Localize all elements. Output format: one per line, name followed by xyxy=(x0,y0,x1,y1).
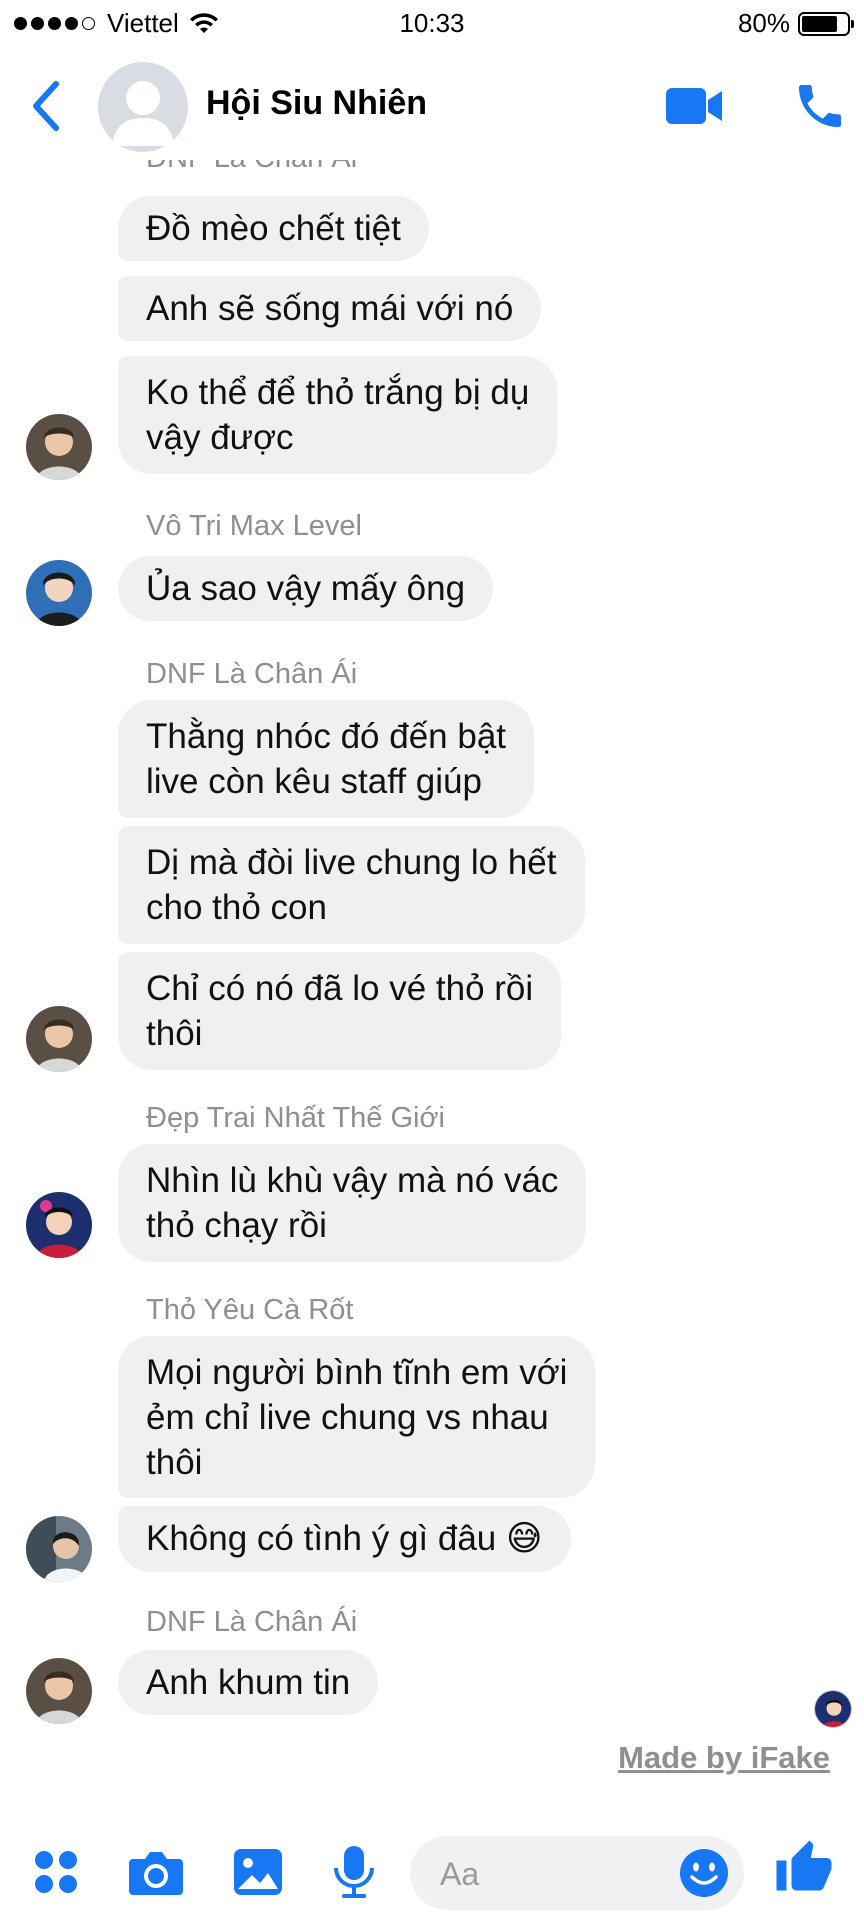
message-bubble[interactable]: Mọi người bình tĩnh em với ẻm chỉ live c… xyxy=(118,1336,596,1498)
message-bubble[interactable]: Ủa sao vậy mấy ông xyxy=(118,556,494,621)
apps-icon xyxy=(35,1851,77,1893)
message-list[interactable]: DNF Là Chân Ái Đồ mèo chết tiệt Anh sẽ s… xyxy=(0,160,864,1750)
avatar[interactable] xyxy=(26,560,92,626)
chat-header: Hội Siu Nhiên xyxy=(0,46,864,164)
avatar[interactable] xyxy=(26,1658,92,1724)
status-bar: Viettel 10:33 80% xyxy=(0,0,864,46)
read-receipt-avatar xyxy=(814,1690,852,1728)
sender-name: DNF Là Chân Ái xyxy=(146,658,358,690)
message-bubble[interactable]: Dị mà đòi live chung lo hết cho thỏ con xyxy=(118,826,585,944)
phone-icon xyxy=(799,85,841,127)
message-input[interactable] xyxy=(438,1836,662,1912)
avatar[interactable] xyxy=(26,414,92,480)
message-input-container xyxy=(410,1836,744,1912)
user-photo xyxy=(26,560,92,626)
user-photo xyxy=(26,1516,92,1582)
message-bubble[interactable]: Anh khum tin xyxy=(118,1650,379,1715)
message-bubble[interactable]: Ko thể để thỏ trắng bị dụ vậy được xyxy=(118,356,558,474)
thumbs-up-icon xyxy=(776,1840,832,1891)
user-photo xyxy=(815,1691,851,1727)
like-button[interactable] xyxy=(774,1838,834,1898)
video-call-button[interactable] xyxy=(664,84,726,128)
sender-name: Thỏ Yêu Cà Rốt xyxy=(146,1294,354,1326)
message-bubble[interactable]: Thằng nhóc đó đến bật live còn kêu staff… xyxy=(118,700,535,818)
image-icon xyxy=(234,1849,282,1895)
camera-button[interactable] xyxy=(126,1842,186,1902)
user-photo xyxy=(26,1658,92,1724)
message-bubble[interactable]: Anh sẽ sống mái với nó xyxy=(118,276,542,341)
sender-name: DNF Là Chân Ái xyxy=(146,160,357,175)
user-photo xyxy=(26,414,92,480)
battery-percent: 80% xyxy=(737,8,790,38)
microphone-icon xyxy=(334,1846,374,1898)
group-avatar[interactable] xyxy=(98,62,188,152)
chevron-left-icon xyxy=(33,81,59,131)
voice-record-button[interactable] xyxy=(324,1842,384,1902)
sweat-smile-emoji: 😅 xyxy=(506,1519,543,1559)
sender-name: DNF Là Chân Ái xyxy=(146,1606,358,1638)
sender-name: Vô Tri Max Level xyxy=(146,510,362,542)
conversation-title[interactable]: Hội Siu Nhiên xyxy=(206,84,427,123)
default-profile-icon xyxy=(112,81,174,146)
avatar[interactable] xyxy=(26,1006,92,1072)
message-bubble[interactable]: Đồ mèo chết tiệt xyxy=(118,196,429,261)
back-button[interactable] xyxy=(24,76,74,136)
apps-button[interactable] xyxy=(26,1842,86,1902)
video-camera-icon xyxy=(666,88,722,124)
sender-name: Đẹp Trai Nhất Thế Giới xyxy=(146,1102,445,1134)
watermark-text: Made by iFake xyxy=(618,1740,830,1775)
clock: 10:33 xyxy=(399,8,465,38)
avatar[interactable] xyxy=(26,1192,92,1258)
user-photo xyxy=(26,1006,92,1072)
composer-bar xyxy=(0,1824,864,1920)
camera-icon xyxy=(129,1852,183,1895)
emoji-icon xyxy=(680,1849,728,1897)
avatar[interactable] xyxy=(26,1516,92,1582)
message-bubble[interactable]: Nhìn lù khù vậy mà nó vác thỏ chạy rồi xyxy=(118,1144,587,1262)
emoji-button[interactable] xyxy=(678,1847,730,1899)
message-bubble[interactable]: Chỉ có nó đã lo vé thỏ rồi thôi xyxy=(118,952,562,1070)
user-photo xyxy=(26,1192,92,1258)
message-bubble[interactable]: Không có tình ý gì đâu 😅 xyxy=(118,1506,571,1572)
battery-icon xyxy=(798,11,854,36)
gallery-button[interactable] xyxy=(228,1842,288,1902)
voice-call-button[interactable] xyxy=(792,78,848,134)
